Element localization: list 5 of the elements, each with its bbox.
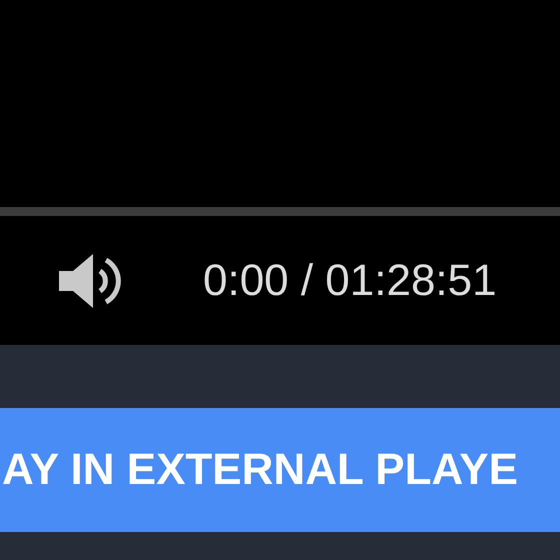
progress-track[interactable] [0, 207, 560, 216]
speaker-icon [57, 252, 123, 310]
external-player-button[interactable]: AY IN EXTERNAL PLAYE [0, 408, 560, 532]
time-display: 0:00 / 01:28:51 [203, 254, 497, 306]
volume-button[interactable] [57, 252, 123, 310]
